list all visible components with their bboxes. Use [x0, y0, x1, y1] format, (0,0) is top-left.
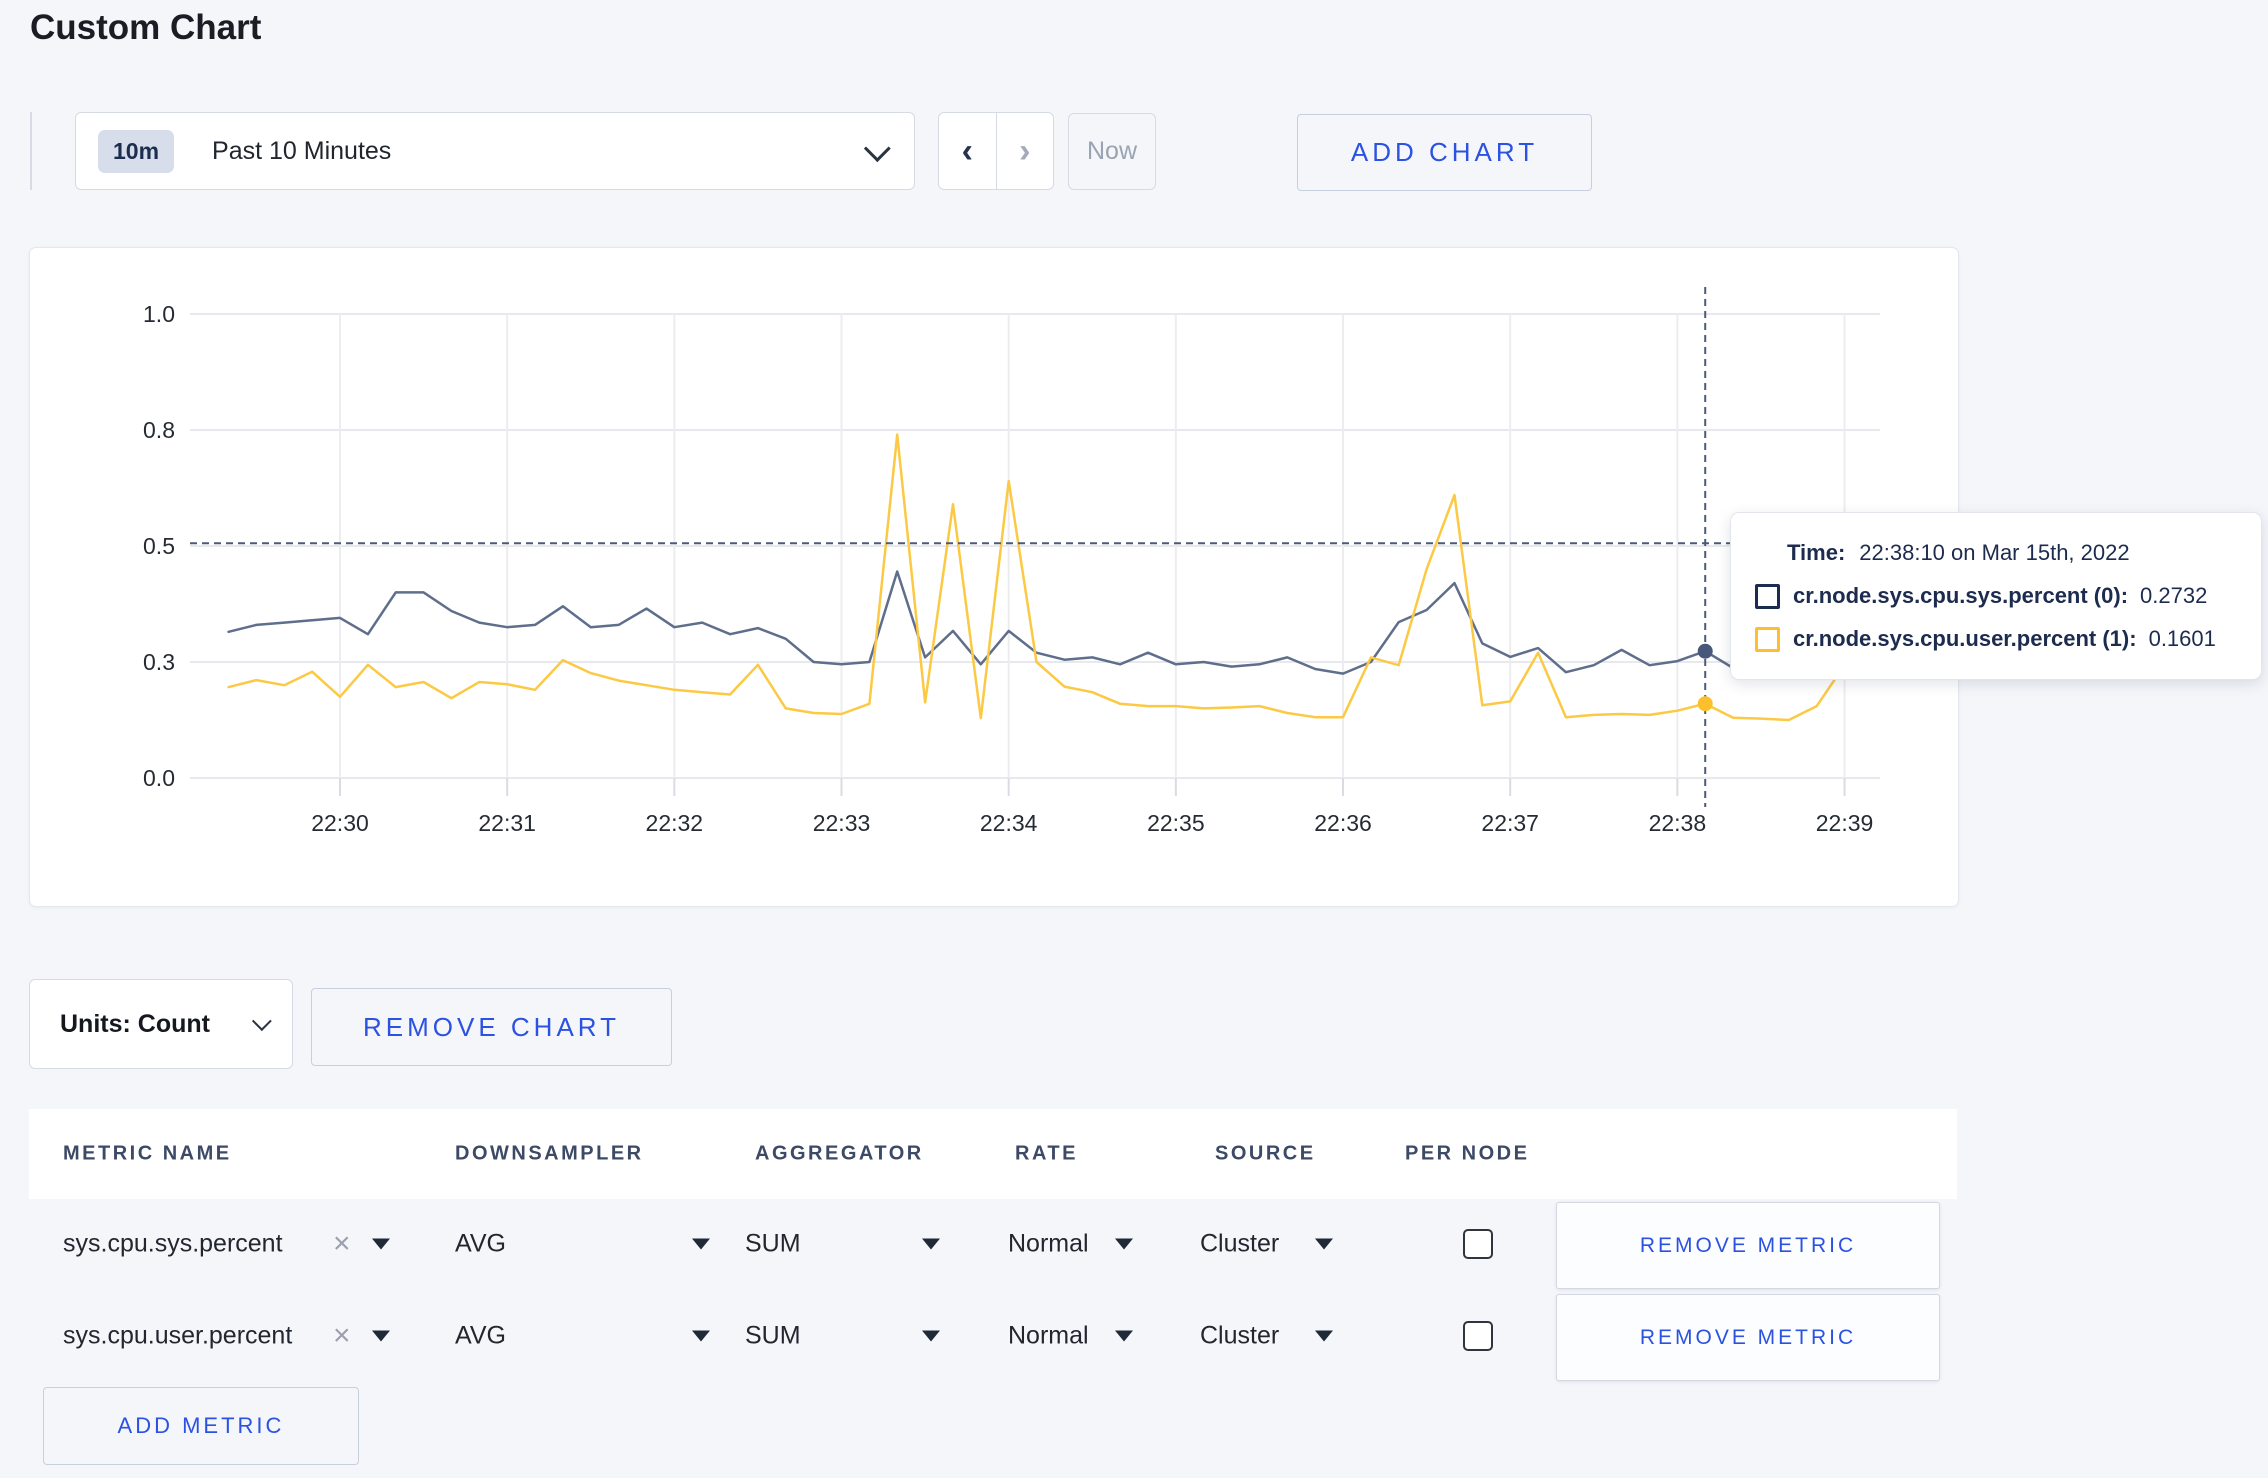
col-header-aggregator: AGGREGATOR [755, 1142, 924, 1165]
now-button[interactable]: Now [1068, 113, 1156, 190]
metrics-table-header: METRIC NAME DOWNSAMPLER AGGREGATOR RATE … [29, 1109, 1957, 1199]
remove-metric-button[interactable]: REMOVE METRIC [1556, 1294, 1940, 1381]
chevron-right-icon: › [1019, 131, 1031, 170]
x-tick-label: 22:34 [980, 810, 1038, 836]
metric-name-caret-icon[interactable] [372, 1238, 390, 1250]
x-tick-label: 22:30 [311, 810, 369, 836]
x-tick-label: 22:35 [1147, 810, 1205, 836]
tooltip-time-label: Time: [1787, 540, 1846, 565]
y-tick-label: 0.0 [143, 765, 175, 791]
chevron-down-icon [251, 1011, 272, 1032]
time-window-badge: 10m [98, 129, 175, 173]
col-header-per-node: PER NODE [1405, 1142, 1530, 1165]
tooltip-time-value: 22:38:10 on Mar 15th, 2022 [1859, 540, 2130, 565]
x-tick-label: 22:32 [646, 810, 704, 836]
tooltip-series-label: cr.node.sys.cpu.user.percent (1): [1793, 626, 2137, 651]
tooltip-series-row: cr.node.sys.cpu.user.percent (1): 0.1601 [1755, 626, 2261, 652]
custom-chart-page: Custom Chart 10m Past 10 Minutes ‹ › Now… [0, 0, 2268, 1478]
prev-time-button[interactable]: ‹ [939, 113, 997, 189]
units-label: Units: Count [60, 1009, 210, 1038]
metric-row: sys.cpu.sys.percent × AVG SUM Normal Clu… [0, 1198, 2268, 1290]
series-line-0 [227, 570, 1863, 675]
rate-select[interactable]: Normal [1008, 1230, 1089, 1259]
metric-row: sys.cpu.user.percent × AVG SUM Normal Cl… [0, 1290, 2268, 1382]
downsampler-caret-icon[interactable] [692, 1330, 710, 1342]
source-select[interactable]: Cluster [1200, 1322, 1279, 1351]
series-swatch-sys-icon [1755, 583, 1780, 609]
tooltip-time-row: Time: 22:38:10 on Mar 15th, 2022 [1755, 540, 2261, 566]
source-select[interactable]: Cluster [1200, 1230, 1279, 1259]
aggregator-select[interactable]: SUM [745, 1322, 801, 1351]
chevron-left-icon: ‹ [961, 131, 973, 170]
x-tick-label: 22:39 [1816, 810, 1874, 836]
source-caret-icon[interactable] [1315, 1330, 1333, 1342]
y-tick-label: 0.3 [143, 649, 175, 675]
col-header-rate: RATE [1015, 1142, 1078, 1165]
tooltip-series-row: cr.node.sys.cpu.sys.percent (0): 0.2732 [1755, 583, 2261, 609]
time-range-select[interactable]: 10m Past 10 Minutes [75, 112, 915, 190]
downsampler-caret-icon[interactable] [692, 1238, 710, 1250]
clear-metric-icon[interactable]: × [333, 1229, 351, 1259]
per-node-checkbox[interactable] [1463, 1229, 1493, 1259]
remove-metric-button[interactable]: REMOVE METRIC [1556, 1202, 1940, 1289]
toolbar-divider [30, 112, 32, 190]
downsampler-select[interactable]: AVG [455, 1322, 506, 1351]
metric-name-value: sys.cpu.user.percent [63, 1321, 293, 1350]
downsampler-select[interactable]: AVG [455, 1230, 506, 1259]
tooltip-series-value: 0.1601 [2148, 626, 2216, 651]
chart-tooltip: Time: 22:38:10 on Mar 15th, 2022 cr.node… [1730, 512, 2262, 680]
page-title: Custom Chart [30, 8, 262, 47]
next-time-button[interactable]: › [997, 113, 1054, 189]
y-tick-label: 0.8 [143, 417, 175, 443]
tooltip-series-label: cr.node.sys.cpu.sys.percent (0): [1793, 583, 2129, 608]
x-tick-label: 22:31 [478, 810, 536, 836]
x-tick-label: 22:37 [1481, 810, 1539, 836]
x-tick-label: 22:33 [813, 810, 871, 836]
y-tick-label: 1.0 [143, 301, 175, 327]
rate-select[interactable]: Normal [1008, 1322, 1089, 1351]
chevron-down-icon [863, 134, 891, 162]
y-tick-label: 0.5 [143, 533, 175, 559]
rate-caret-icon[interactable] [1115, 1238, 1133, 1250]
per-node-checkbox[interactable] [1463, 1321, 1493, 1351]
x-tick-label: 22:38 [1649, 810, 1707, 836]
add-metric-button[interactable]: ADD METRIC [43, 1387, 359, 1465]
aggregator-caret-icon[interactable] [922, 1238, 940, 1250]
remove-chart-button[interactable]: REMOVE CHART [311, 988, 672, 1066]
aggregator-select[interactable]: SUM [745, 1230, 801, 1259]
hover-point-1 [1697, 696, 1713, 712]
x-tick-label: 22:36 [1314, 810, 1372, 836]
col-header-metric-name: METRIC NAME [63, 1142, 232, 1165]
time-nav-arrows: ‹ › [938, 112, 1054, 190]
metric-name-value: sys.cpu.sys.percent [63, 1229, 283, 1258]
tooltip-series-value: 0.2732 [2140, 583, 2208, 608]
series-line-1 [227, 433, 1863, 722]
hover-point-0 [1697, 643, 1713, 659]
metric-name-caret-icon[interactable] [372, 1330, 390, 1342]
aggregator-caret-icon[interactable] [922, 1330, 940, 1342]
timeseries-chart[interactable]: 0.0 0.3 0.5 0.8 1.0 22:30 22:31 22:32 22:33 22:34… [29, 247, 1957, 905]
add-chart-button[interactable]: ADD CHART [1297, 114, 1592, 191]
col-header-source: SOURCE [1215, 1142, 1316, 1165]
rate-caret-icon[interactable] [1115, 1330, 1133, 1342]
col-header-downsampler: DOWNSAMPLER [455, 1142, 644, 1165]
source-caret-icon[interactable] [1315, 1238, 1333, 1250]
units-select[interactable]: Units: Count [29, 979, 293, 1069]
series-swatch-user-icon [1755, 626, 1780, 652]
clear-metric-icon[interactable]: × [333, 1321, 351, 1351]
time-window-label: Past 10 Minutes [212, 136, 392, 165]
